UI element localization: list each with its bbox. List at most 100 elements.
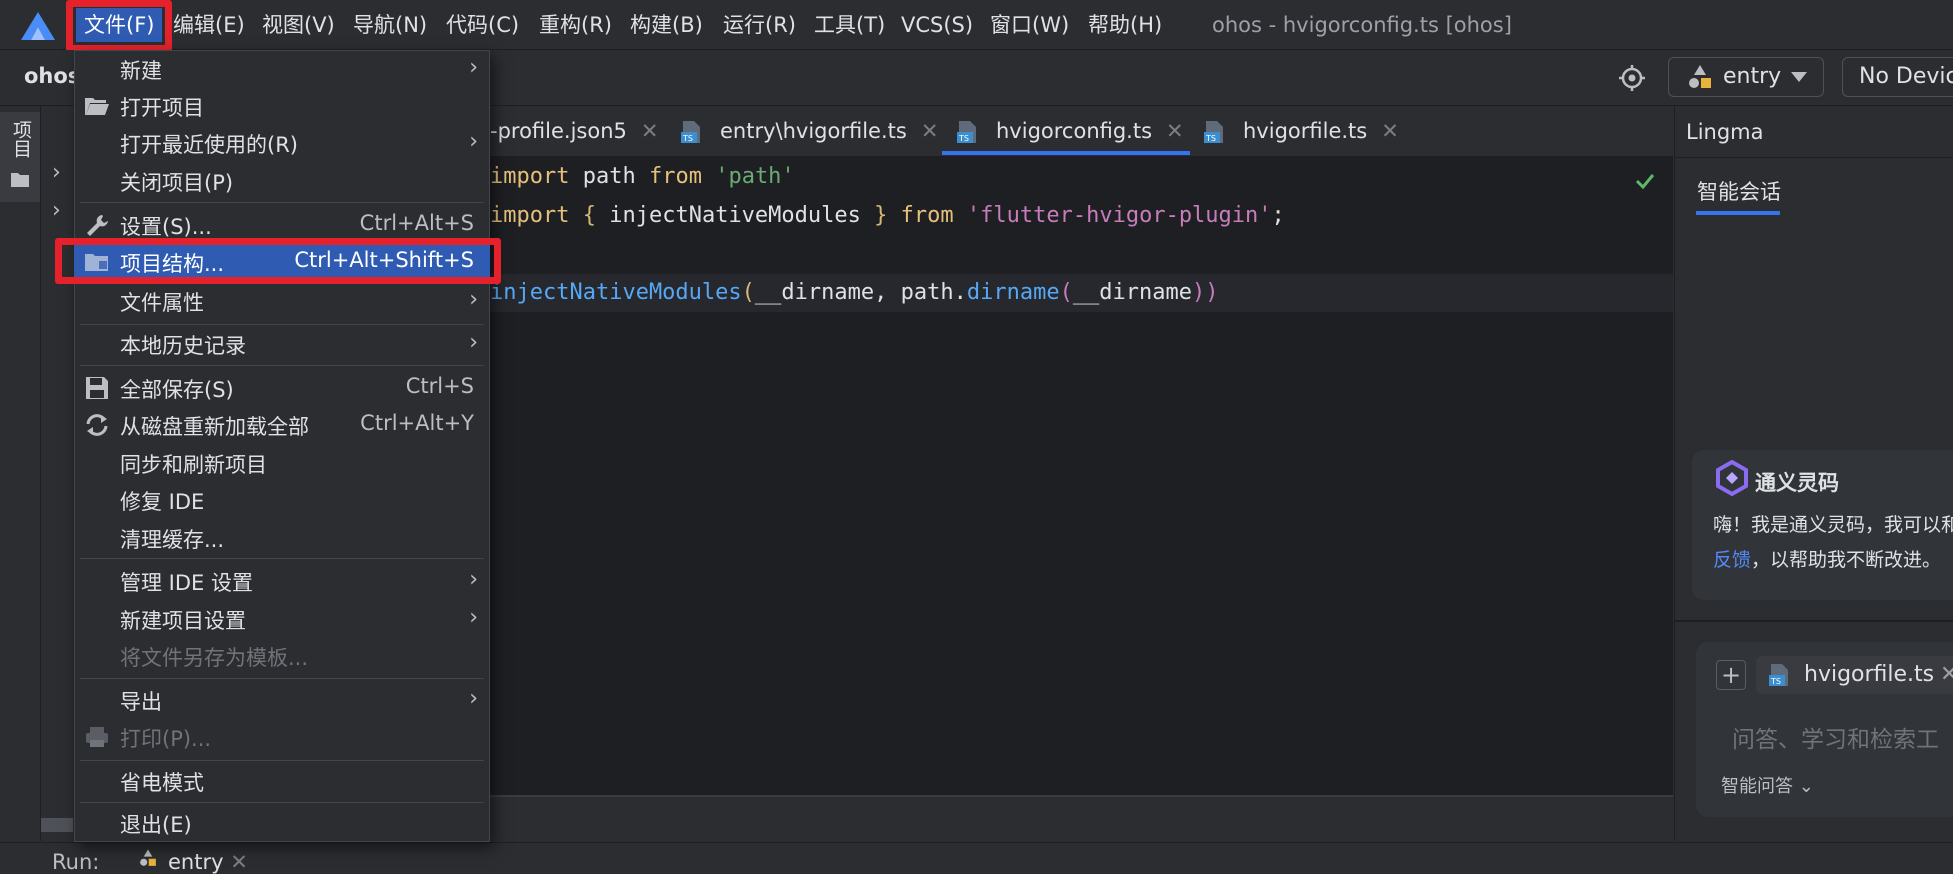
menu-separator bbox=[80, 802, 484, 803]
menu-item-settings[interactable]: 设置(S)... Ctrl+Alt+S bbox=[74, 208, 490, 242]
menu-item-export[interactable]: 导出 › bbox=[74, 683, 490, 717]
chevron-right-icon: › bbox=[469, 605, 478, 630]
tab-hvigorconfig[interactable]: TS hvigorconfig.ts ✕ bbox=[956, 106, 1184, 156]
menu-item-invalidate-caches[interactable]: 清理缓存... bbox=[74, 521, 490, 555]
menu-item-save-all[interactable]: 全部保存(S) Ctrl+S bbox=[74, 371, 490, 405]
tab-label: hvigorfile.ts bbox=[1243, 119, 1368, 143]
menu-item-save-as-template: 将文件另存为模板... bbox=[120, 646, 309, 670]
folder-icon bbox=[11, 173, 29, 187]
run-label: Run: bbox=[52, 850, 100, 874]
divider bbox=[1674, 157, 1953, 158]
tab-label: hvigorconfig.ts bbox=[996, 119, 1153, 143]
active-tab-indicator bbox=[1696, 211, 1780, 215]
feedback-link[interactable]: 反馈 bbox=[1713, 549, 1751, 571]
run-tab-entry[interactable]: entry ✕ bbox=[168, 850, 248, 874]
menu-run[interactable]: 运行(R) bbox=[723, 10, 796, 40]
menu-item-file-properties[interactable]: 文件属性 › bbox=[74, 284, 490, 318]
menu-tools[interactable]: 工具(T) bbox=[814, 10, 885, 40]
chevron-right-icon: › bbox=[469, 287, 478, 312]
chevron-down-icon: ⌄ bbox=[1798, 776, 1814, 797]
left-tool-strip bbox=[0, 106, 41, 841]
menu-item-new-project-settings[interactable]: 新建项目设置 › bbox=[74, 602, 490, 636]
menu-item-open-project[interactable]: 打开项目 bbox=[74, 89, 490, 123]
menu-item-manage-ide-settings[interactable]: 管理 IDE 设置 › bbox=[74, 564, 490, 598]
tab-profile-json5[interactable]: -profile.json5 ✕ bbox=[490, 106, 659, 156]
tab-hvigorfile[interactable]: TS hvigorfile.ts ✕ bbox=[1203, 106, 1399, 156]
welcome-title: 通义灵码 bbox=[1755, 471, 1839, 495]
module-icon bbox=[140, 849, 156, 866]
target-icon[interactable] bbox=[1618, 64, 1646, 92]
printer-icon bbox=[86, 727, 108, 747]
close-icon[interactable]: ✕ bbox=[230, 850, 248, 874]
project-name[interactable]: ohos bbox=[24, 64, 80, 88]
tab-smart-chat[interactable]: 智能会话 bbox=[1697, 176, 1781, 206]
menu-vcs[interactable]: VCS(S) bbox=[901, 10, 973, 40]
folder-open-icon bbox=[85, 98, 109, 115]
code-line-2[interactable]: import { injectNativeModules } from 'flu… bbox=[490, 197, 1285, 235]
chevron-right-icon: › bbox=[469, 686, 478, 711]
close-icon[interactable]: ✕ bbox=[921, 119, 939, 143]
tongyi-lingma-logo-icon bbox=[1716, 460, 1748, 496]
menu-separator bbox=[80, 760, 484, 761]
highlight-box-file-menu bbox=[66, 0, 172, 52]
close-icon[interactable]: ✕ bbox=[641, 119, 659, 143]
chevron-right-icon: › bbox=[469, 330, 478, 355]
close-icon[interactable]: ✕ bbox=[1381, 119, 1399, 143]
menu-separator bbox=[80, 678, 484, 679]
chevron-down-icon bbox=[1791, 72, 1807, 82]
app-logo-icon[interactable] bbox=[18, 10, 58, 42]
welcome-text-rest: ，以帮助我不断改进。 bbox=[1751, 549, 1942, 571]
active-tab-indicator bbox=[942, 151, 1190, 155]
lingma-title: Lingma bbox=[1686, 120, 1764, 144]
device-label: No Devic bbox=[1859, 64, 1953, 89]
wrench-icon bbox=[87, 215, 108, 236]
svg-text:TS: TS bbox=[682, 134, 693, 143]
menu-item-sync-refresh[interactable]: 同步和刷新项目 bbox=[74, 446, 490, 480]
menu-item-exit[interactable]: 退出(E) bbox=[74, 806, 490, 840]
menu-item-new[interactable]: 新建 › bbox=[74, 52, 490, 86]
menu-code[interactable]: 代码(C) bbox=[446, 10, 519, 40]
reload-icon bbox=[86, 414, 108, 436]
close-icon[interactable]: ✕ bbox=[1166, 119, 1184, 143]
menu-help[interactable]: 帮助(H) bbox=[1088, 10, 1162, 40]
horizontal-scrollbar[interactable] bbox=[41, 818, 73, 832]
tree-expand-arrow-icon[interactable]: › bbox=[52, 198, 61, 223]
chat-input-placeholder[interactable]: 问答、学习和检索工 bbox=[1732, 720, 1939, 754]
typescript-file-icon: TS bbox=[681, 121, 700, 143]
code-line-1[interactable]: import path from 'path' bbox=[490, 158, 795, 196]
menu-item-close-project[interactable]: 关闭项目(P) bbox=[74, 164, 490, 198]
chat-mode-dropdown[interactable]: 智能问答 ⌄ bbox=[1721, 772, 1814, 798]
run-config-label: entry bbox=[1723, 64, 1782, 89]
chevron-right-icon: › bbox=[469, 129, 478, 154]
typescript-file-icon: TS bbox=[1769, 664, 1788, 686]
close-icon[interactable]: ✕ bbox=[1940, 662, 1953, 687]
menu-item-local-history[interactable]: 本地历史记录 › bbox=[74, 327, 490, 361]
tab-label: -profile.json5 bbox=[490, 119, 627, 143]
menu-separator bbox=[80, 202, 484, 203]
module-icon bbox=[1689, 65, 1711, 88]
menu-refactor[interactable]: 重构(R) bbox=[539, 10, 612, 40]
svg-text:TS: TS bbox=[1770, 677, 1781, 686]
menu-view[interactable]: 视图(V) bbox=[262, 10, 335, 40]
welcome-text: 反馈，以帮助我不断改进。 bbox=[1713, 545, 1941, 572]
typescript-file-icon: TS bbox=[1204, 121, 1223, 143]
menu-build[interactable]: 构建(B) bbox=[630, 10, 703, 40]
chevron-right-icon: › bbox=[469, 55, 478, 80]
project-tool-label: 项目 bbox=[10, 120, 32, 158]
menu-item-power-save[interactable]: 省电模式 bbox=[74, 764, 490, 798]
menu-item-open-recent[interactable]: 打开最近使用的(R) › bbox=[74, 126, 490, 160]
menu-edit[interactable]: 编辑(E) bbox=[173, 10, 245, 40]
add-context-button[interactable]: + bbox=[1716, 660, 1746, 690]
menu-separator bbox=[80, 324, 484, 325]
chevron-right-icon: › bbox=[469, 567, 478, 592]
menu-item-reload-all[interactable]: 从磁盘重新加载全部 Ctrl+Alt+Y bbox=[74, 408, 490, 442]
bottom-tool-bar bbox=[0, 842, 1953, 870]
code-line-4[interactable]: injectNativeModules(__dirname, path.dirn… bbox=[490, 274, 1219, 312]
tab-entry-hvigorfile[interactable]: TS entry\hvigorfile.ts ✕ bbox=[680, 106, 938, 156]
tree-expand-arrow-icon[interactable]: › bbox=[52, 160, 61, 185]
menu-item-print: 打印(P)... bbox=[74, 720, 490, 754]
menu-item-repair-ide[interactable]: 修复 IDE bbox=[74, 483, 490, 517]
menu-navigate[interactable]: 导航(N) bbox=[353, 10, 427, 40]
menu-window[interactable]: 窗口(W) bbox=[990, 10, 1069, 40]
checkmark-icon bbox=[1635, 174, 1655, 190]
